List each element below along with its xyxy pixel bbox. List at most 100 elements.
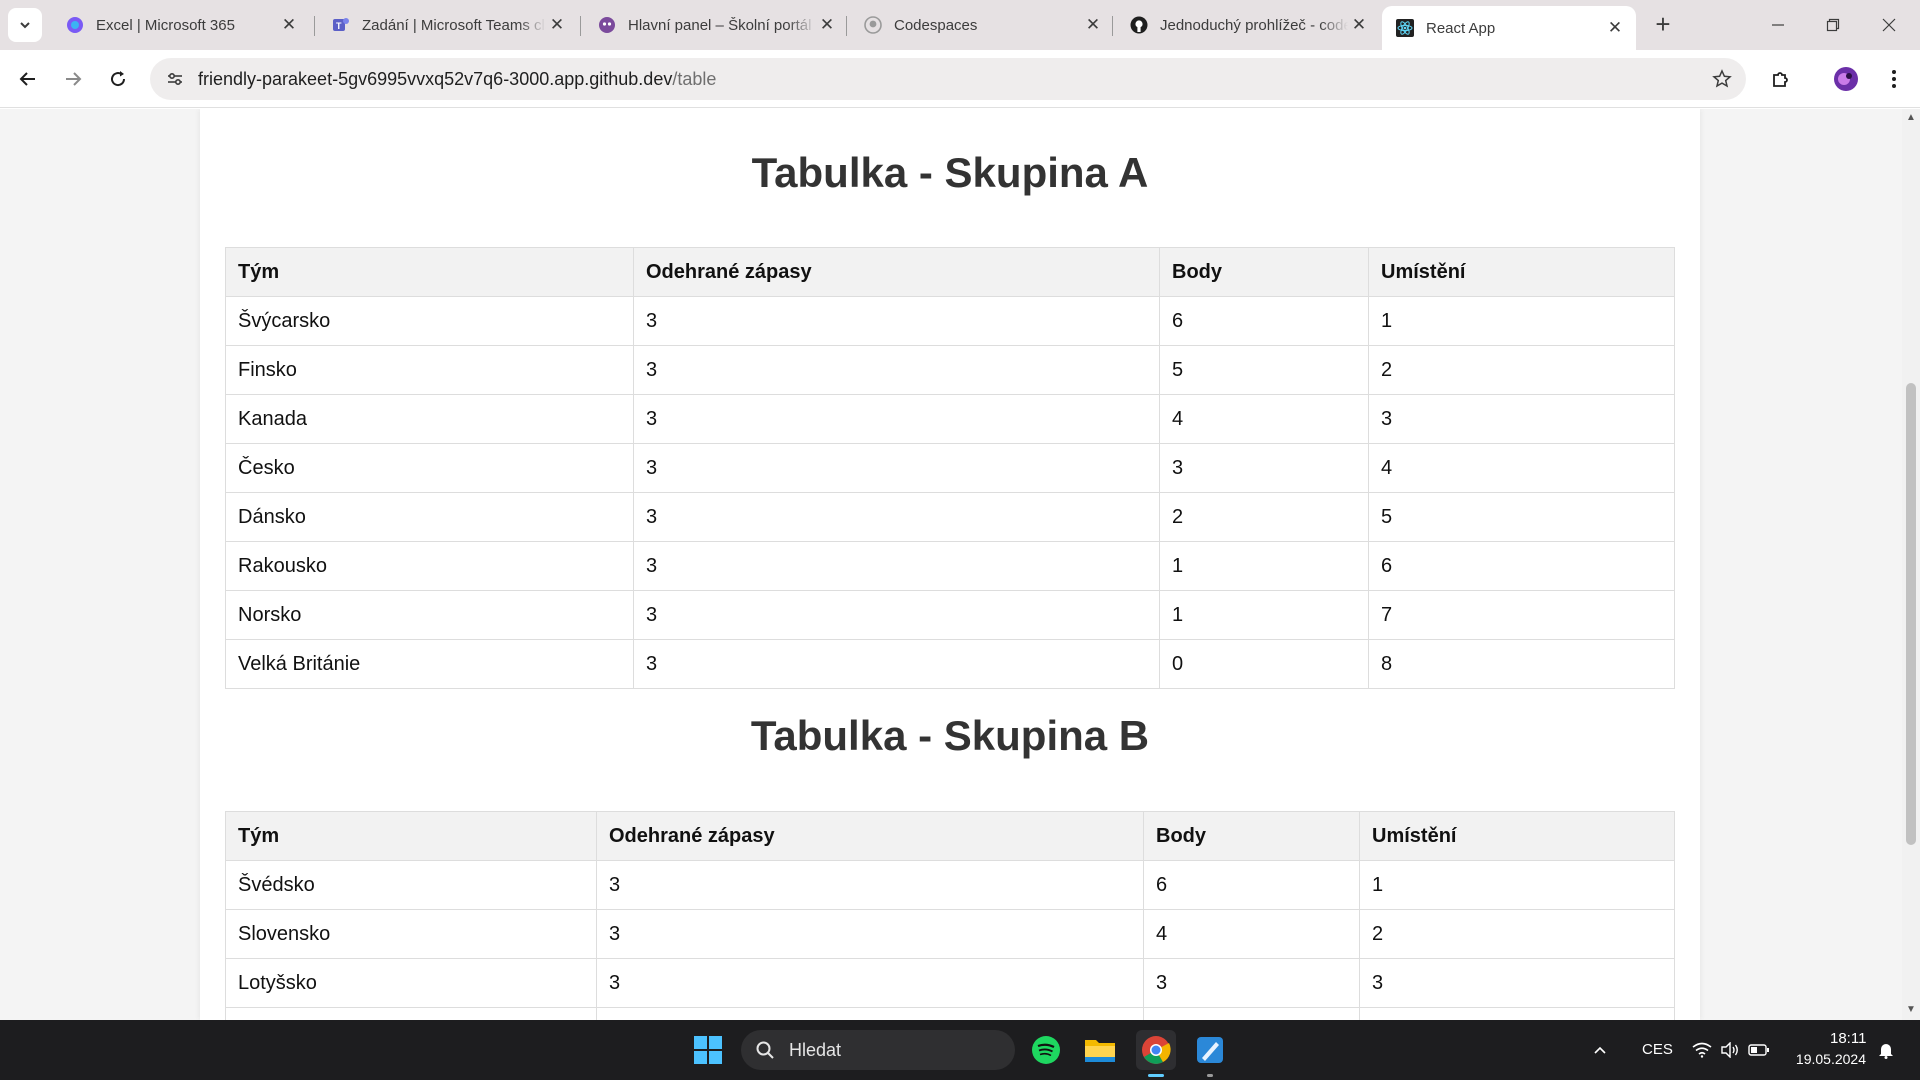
restore-icon[interactable]: [1818, 10, 1848, 40]
table-row: Rakousko 3 1 6: [225, 541, 1675, 591]
browser-tab[interactable]: Codespaces ✕: [850, 6, 1114, 44]
input-language[interactable]: CES: [1642, 1041, 1673, 1058]
browser-tab[interactable]: T Zadání | Microsoft Teams classic ✕: [318, 6, 578, 44]
taskbar-search[interactable]: Hledat: [741, 1030, 1015, 1070]
team-cell: Lotyšsko: [225, 958, 597, 1008]
browser-tab[interactable]: Jednoduchý prohlížeč - codespace ✕: [1116, 6, 1380, 44]
chrome-running-indicator: [1148, 1074, 1164, 1077]
close-tab-icon[interactable]: ✕: [816, 14, 838, 36]
rank-cell: 3: [1359, 958, 1675, 1008]
table-header-row: Tým Odehrané zápasy Body Umístění: [225, 811, 1675, 861]
content-card: Tabulka - Skupina A Tým Odehrané zápasy …: [200, 109, 1700, 1020]
rank-cell: 6: [1368, 541, 1675, 591]
tab-title: Hlavní panel – Školní portál: [628, 16, 812, 34]
points-cell: 3: [1143, 958, 1360, 1008]
bookmark-star-icon[interactable]: [1710, 67, 1734, 91]
group-a-title: Tabulka - Skupina A: [751, 149, 1149, 196]
played-cell: 3: [596, 958, 1144, 1008]
table-row: Finsko 3 5 2: [225, 345, 1675, 395]
address-bar[interactable]: friendly-parakeet-5gv6995vvxq52v7q6-3000…: [150, 58, 1746, 100]
notification-bell-icon[interactable]: [1874, 1030, 1898, 1070]
browser-tab-active[interactable]: React App ✕: [1382, 6, 1636, 50]
column-header-points: Body: [1143, 811, 1360, 861]
table-row: Švýcarsko 3 6 1: [225, 296, 1675, 346]
close-tab-icon[interactable]: ✕: [1082, 14, 1104, 36]
group-b-title: Tabulka - Skupina B: [750, 712, 1150, 759]
team-cell: Švédsko: [225, 860, 597, 910]
rank-cell: 8: [1368, 639, 1675, 689]
teams-icon: T: [332, 16, 350, 34]
column-header-points: Body: [1159, 247, 1369, 297]
minimize-icon[interactable]: [1763, 10, 1793, 40]
reload-button[interactable]: [100, 61, 136, 97]
close-tab-icon[interactable]: ✕: [1604, 17, 1626, 39]
browser-tab[interactable]: Hlavní panel – Školní portál ✕: [584, 6, 848, 44]
close-tab-icon[interactable]: ✕: [278, 14, 300, 36]
played-cell: 3: [633, 345, 1160, 395]
windows-logo-icon: [694, 1036, 722, 1064]
forward-button[interactable]: [55, 61, 91, 97]
spotify-icon[interactable]: [1026, 1030, 1066, 1070]
table-row: Dánsko 3 2 5: [225, 492, 1675, 542]
played-cell: 3: [633, 394, 1160, 444]
scroll-up-icon[interactable]: ▲: [1906, 113, 1916, 123]
table-row: Slovensko 3 4 2: [225, 909, 1675, 959]
close-tab-icon[interactable]: ✕: [1348, 14, 1370, 36]
points-cell: 1: [1159, 590, 1369, 640]
browser-tab[interactable]: Excel | Microsoft 365 ✕: [52, 6, 310, 44]
arrow-left-icon: [19, 72, 35, 86]
profile-avatar[interactable]: [1828, 61, 1864, 97]
table-row: Velká Británie 3 0 8: [225, 639, 1675, 689]
team-cell: Velká Británie: [225, 639, 634, 689]
rank-cell: 3: [1368, 394, 1675, 444]
played-cell: 3: [633, 296, 1160, 346]
chrome-icon[interactable]: [1136, 1030, 1176, 1070]
arrow-right-icon: [66, 72, 82, 86]
site-settings-icon[interactable]: [154, 58, 196, 100]
start-button[interactable]: [688, 1030, 728, 1070]
browser-menu-button[interactable]: [1876, 61, 1912, 97]
puzzle-icon: [1773, 72, 1788, 87]
tab-search-button[interactable]: [8, 8, 42, 42]
clock-date[interactable]: 19.05.2024: [1793, 1051, 1866, 1067]
scroll-down-icon[interactable]: ▼: [1906, 1005, 1916, 1015]
played-cell: 3: [633, 492, 1160, 542]
clock-time[interactable]: 18:11: [1830, 1030, 1866, 1047]
tab-title: Jednoduchý prohlížeč - codespace: [1160, 16, 1348, 34]
rank-cell: [1359, 1007, 1675, 1020]
page-scrollbar[interactable]: ▲ ▼: [1902, 109, 1920, 1020]
team-cell: Kanada: [225, 394, 634, 444]
paint-app-icon[interactable]: [1190, 1030, 1230, 1070]
file-explorer-icon[interactable]: [1080, 1030, 1120, 1070]
team-cell: [225, 1007, 597, 1020]
close-tab-icon[interactable]: ✕: [546, 14, 568, 36]
column-header-team: Tým: [225, 811, 597, 861]
scrollbar-thumb[interactable]: [1906, 383, 1916, 845]
played-cell: [596, 1007, 1144, 1020]
github-icon: [864, 16, 882, 34]
played-cell: 3: [633, 541, 1160, 591]
table-row: [225, 1007, 1675, 1020]
volume-icon[interactable]: [1718, 1030, 1742, 1070]
column-header-rank: Umístění: [1359, 811, 1675, 861]
group-a-table: Tým Odehrané zápasy Body Umístění Švýcar…: [225, 247, 1675, 689]
wifi-icon[interactable]: [1690, 1030, 1714, 1070]
points-cell: 0: [1159, 639, 1369, 689]
close-window-icon[interactable]: [1874, 10, 1904, 40]
new-tab-button[interactable]: +: [1650, 11, 1676, 38]
extensions-button[interactable]: [1763, 61, 1799, 97]
url-path: /table: [672, 68, 717, 89]
back-button[interactable]: [10, 61, 46, 97]
more-vertical-icon: [1892, 70, 1896, 88]
battery-icon[interactable]: [1746, 1030, 1772, 1070]
played-cell: 3: [633, 639, 1160, 689]
tab-title: Excel | Microsoft 365: [96, 16, 235, 34]
table-row: Česko 3 3 4: [225, 443, 1675, 493]
table-row: Lotyšsko 3 3 3: [225, 958, 1675, 1008]
team-cell: Rakousko: [225, 541, 634, 591]
search-icon: [741, 1040, 789, 1060]
column-header-played: Odehrané zápasy: [596, 811, 1144, 861]
svg-text:T: T: [336, 21, 342, 31]
chevron-up-icon[interactable]: [1588, 1030, 1612, 1070]
page-viewport: Tabulka - Skupina A Tým Odehrané zápasy …: [0, 109, 1902, 1020]
